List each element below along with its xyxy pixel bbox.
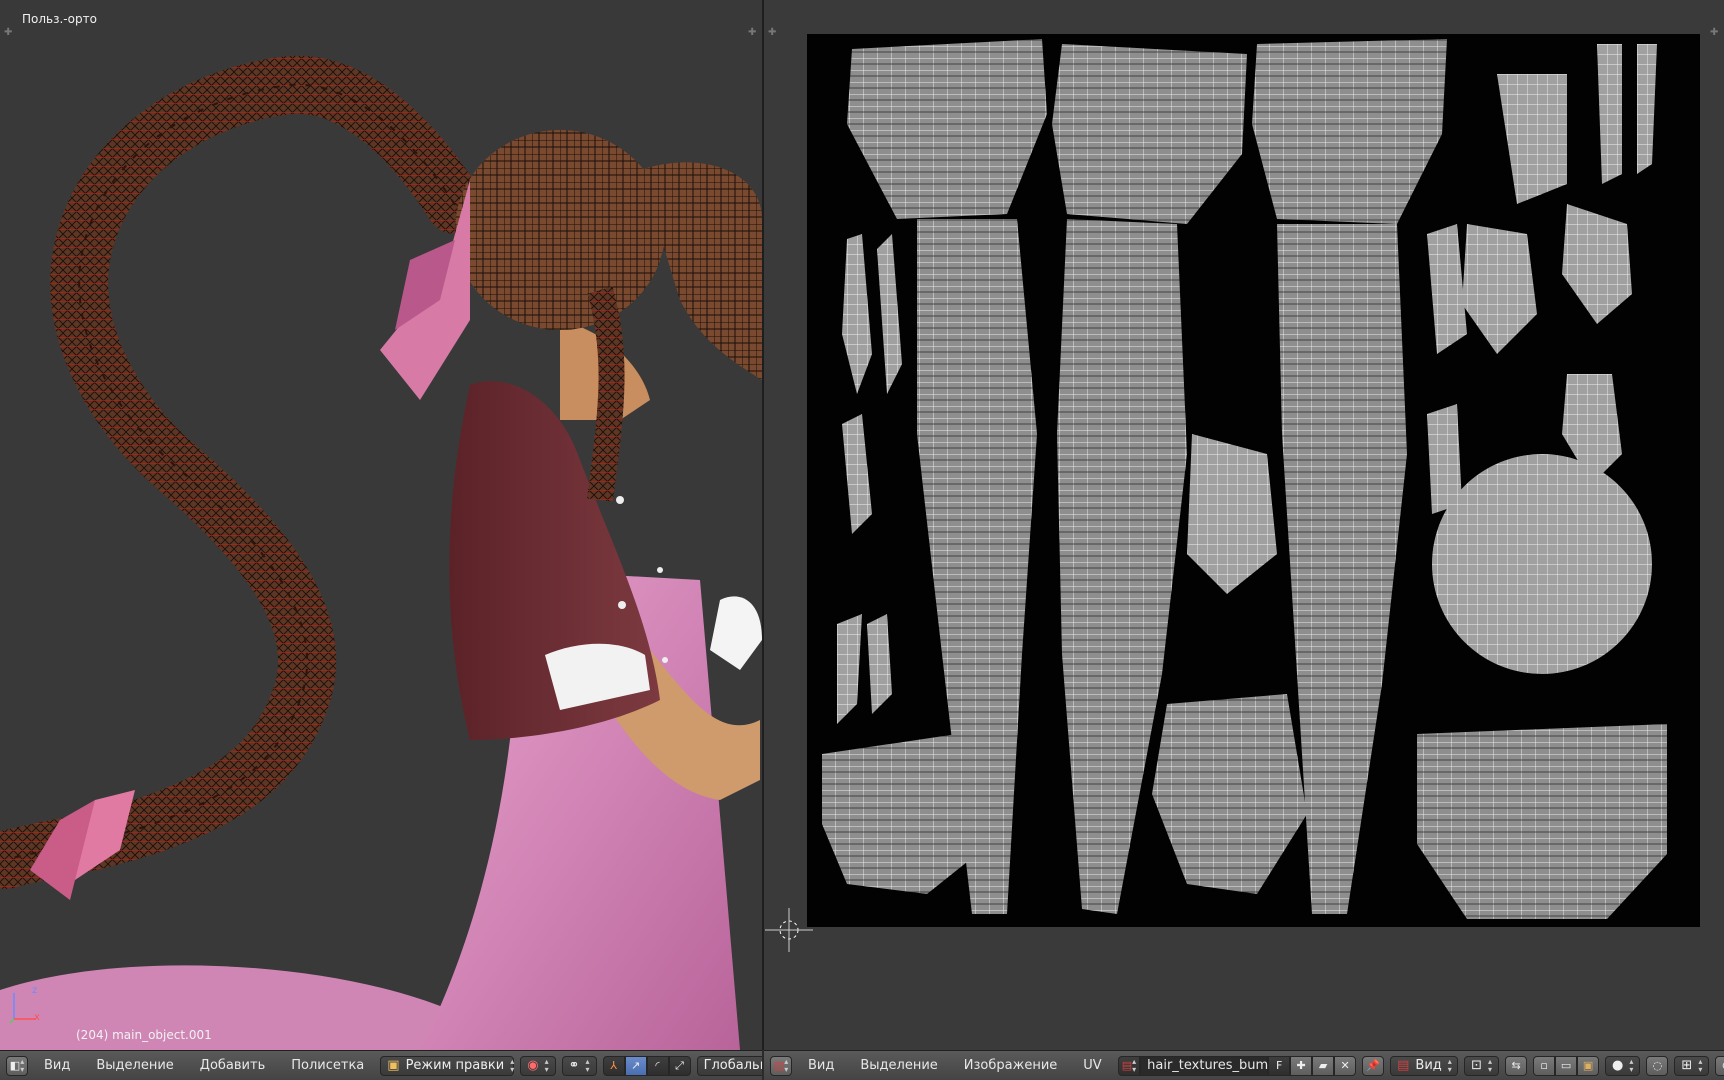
sync-selection-icon: ⇆ bbox=[1511, 1059, 1521, 1072]
axis-x-label: x bbox=[34, 1012, 40, 1023]
uv-image-editor[interactable]: ✚ ✚ bbox=[764, 0, 1724, 1050]
browse-image-button[interactable]: ▤ ▴ ▾ bbox=[1117, 1055, 1141, 1076]
plus-icon: ✚ bbox=[1296, 1059, 1306, 1072]
editor-type-button[interactable]: ◧ ▴ ▾ bbox=[6, 1055, 28, 1076]
menu-image[interactable]: Изображение bbox=[954, 1058, 1067, 1073]
mode-selector-label: Режим правки bbox=[405, 1058, 505, 1073]
dropdown-arrows-icon: ▴ ▾ bbox=[1447, 1056, 1452, 1074]
area-split-corner-icon[interactable]: ✚ bbox=[768, 28, 778, 38]
unlink-image-button[interactable]: ✕ bbox=[1334, 1055, 1357, 1076]
menu-select[interactable]: Выделение bbox=[850, 1058, 947, 1073]
translate-arrow-icon: ↗ bbox=[630, 1059, 641, 1072]
edge-select-button[interactable]: ▭ bbox=[1555, 1055, 1578, 1076]
orientation-label: Глобально bbox=[703, 1058, 762, 1073]
manipulator-axes-icon: ⅄ bbox=[610, 1059, 617, 1072]
folder-icon: ▰ bbox=[1318, 1059, 1328, 1072]
menu-select[interactable]: Выделение bbox=[86, 1058, 183, 1073]
3d-viewport[interactable]: ✚ ✚ Польз.-орто z x (204) main_object.00… bbox=[0, 0, 764, 1050]
face-select-icon: ▣ bbox=[1582, 1059, 1594, 1072]
viewport-shading-icon: ◉ bbox=[527, 1058, 539, 1073]
uv-pivot-selector[interactable]: ⊡ ▴ ▾ bbox=[1464, 1055, 1500, 1076]
menu-uv[interactable]: UV bbox=[1073, 1058, 1111, 1073]
axis-z-label: z bbox=[32, 985, 38, 996]
rotate-arc-icon: ◜ bbox=[655, 1059, 660, 1072]
menu-view[interactable]: Вид bbox=[798, 1058, 844, 1073]
uv-mesh-islands[interactable] bbox=[807, 34, 1700, 927]
manipulator-toggle-button[interactable]: ⅄ bbox=[602, 1055, 625, 1076]
uv-channel-button[interactable]: ⊛ bbox=[1715, 1055, 1724, 1076]
mode-selector[interactable]: ▣ Режим правки ▴ ▾ bbox=[380, 1055, 515, 1076]
pivot-point-selector[interactable]: ⚭ ▴ ▾ bbox=[561, 1055, 597, 1076]
viewport-shading-selector[interactable]: ◉ ▴ ▾ bbox=[520, 1055, 556, 1076]
snap-element-selector[interactable]: ⊞ ▴ ▾ bbox=[1674, 1055, 1710, 1076]
snap-increment-icon: ⊞ bbox=[1681, 1058, 1693, 1073]
menu-add[interactable]: Добавить bbox=[190, 1058, 275, 1073]
scale-manipulator-button[interactable]: ⤢ bbox=[668, 1055, 691, 1076]
view-mode-selector[interactable]: ▤ Вид ▴ ▾ bbox=[1390, 1055, 1459, 1076]
uv-editor-header: ▤ ▴ ▾ Вид Выделение Изображение UV ▤ ▴ ▾ hai… bbox=[764, 1050, 1724, 1080]
edge-select-icon: ▭ bbox=[1560, 1059, 1572, 1072]
image-editor-icon: ▤ bbox=[773, 1059, 785, 1072]
image-editor-mode-icon: ▤ bbox=[1397, 1058, 1410, 1073]
open-image-button[interactable]: ▰ bbox=[1312, 1055, 1335, 1076]
pin-icon: 📌 bbox=[1366, 1059, 1380, 1072]
3d-view-icon: ◧ bbox=[9, 1059, 21, 1072]
sticky-selection-icon: ● bbox=[1612, 1058, 1624, 1073]
transform-orientation-selector[interactable]: Глобально ▴▾ bbox=[696, 1055, 762, 1076]
close-icon: ✕ bbox=[1340, 1059, 1350, 1072]
bounding-box-center-icon: ⊡ bbox=[1471, 1058, 1483, 1073]
uv-texture-image[interactable] bbox=[807, 34, 1700, 927]
editor-type-button[interactable]: ▤ ▴ ▾ bbox=[770, 1055, 792, 1076]
3d-model-render[interactable] bbox=[0, 0, 762, 1050]
rotate-manipulator-button[interactable]: ◜ bbox=[646, 1055, 669, 1076]
menu-view[interactable]: Вид bbox=[34, 1058, 80, 1073]
vertex-select-button[interactable]: ▫ bbox=[1533, 1055, 1556, 1076]
sync-selection-button[interactable]: ⇆ bbox=[1505, 1055, 1528, 1076]
image-browse-icon: ▤ bbox=[1121, 1059, 1133, 1072]
view-mode-label: Вид bbox=[1415, 1058, 1442, 1073]
image-name-field[interactable]: hair_textures_bump... bbox=[1140, 1055, 1289, 1076]
face-select-button[interactable]: ▣ bbox=[1577, 1055, 1600, 1076]
active-object-label: (204) main_object.001 bbox=[76, 1028, 212, 1042]
axis-gizmo: z x bbox=[8, 985, 48, 1029]
area-split-corner-icon[interactable]: ✚ bbox=[1710, 28, 1720, 38]
dropdown-arrows-icon: ▴ ▾ bbox=[510, 1056, 515, 1074]
proportional-edit-icon: ◌ bbox=[1652, 1059, 1663, 1072]
translate-manipulator-button[interactable]: ↗ bbox=[624, 1055, 647, 1076]
vertex-select-icon: ▫ bbox=[1540, 1059, 1548, 1072]
pivot-point-icon: ⚭ bbox=[568, 1058, 580, 1073]
sticky-selection-selector[interactable]: ● ▴ ▾ bbox=[1605, 1055, 1641, 1076]
3d-view-header: ◧ ▴ ▾ Вид Выделение Добавить Полисетка ▣ Р… bbox=[0, 1050, 762, 1080]
menu-mesh[interactable]: Полисетка bbox=[281, 1058, 374, 1073]
proportional-editing-button[interactable]: ◌ bbox=[1646, 1055, 1669, 1076]
new-image-button[interactable]: ✚ bbox=[1290, 1055, 1313, 1076]
scale-icon: ⤢ bbox=[675, 1058, 684, 1072]
edit-mode-icon: ▣ bbox=[387, 1058, 400, 1073]
pin-image-button[interactable]: 📌 bbox=[1362, 1055, 1385, 1076]
fake-user-button[interactable]: F bbox=[1268, 1055, 1291, 1076]
